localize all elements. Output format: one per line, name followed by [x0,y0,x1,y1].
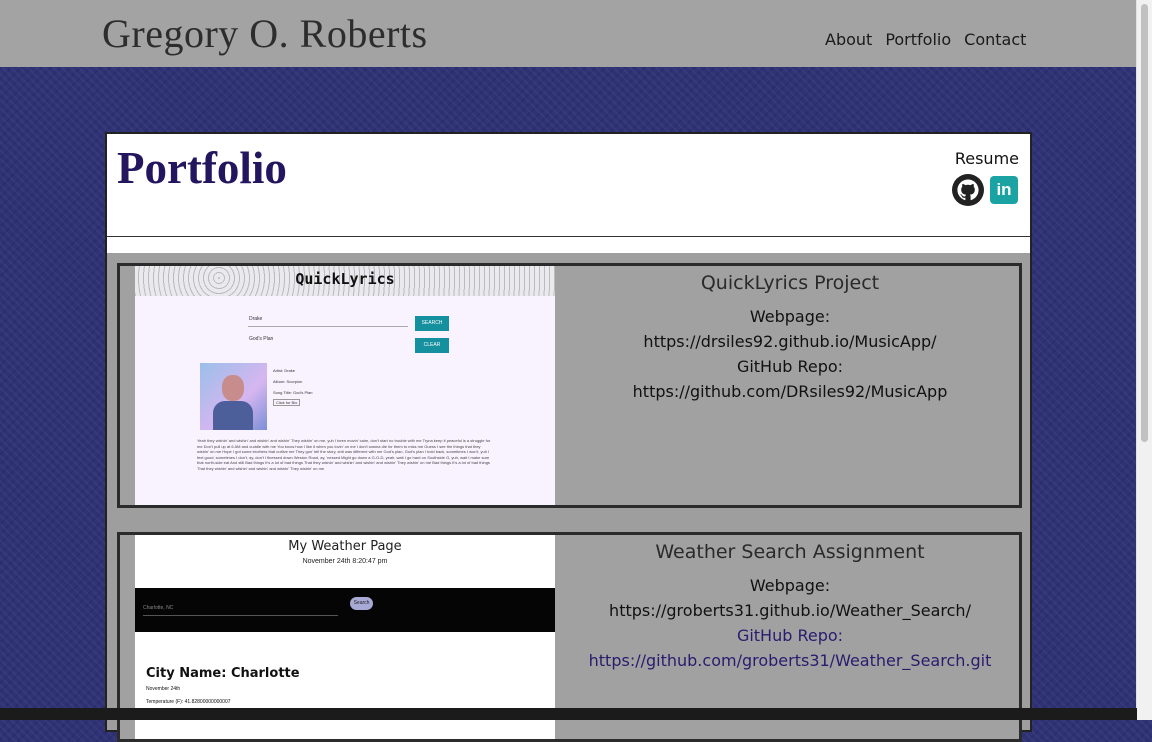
page-title: Portfolio [117,143,287,193]
ql-clear-button: CLEAR [415,338,449,353]
webpage-link[interactable]: https://groberts31.github.io/Weather_Sea… [560,598,1020,623]
project-card-quicklyrics: QuickLyrics Drake God's Plan SEARCH CLEA… [117,263,1022,508]
artist-photo [200,363,267,430]
weather-info: Weather Search Assignment Webpage: https… [560,535,1020,673]
ql-meta-artist: Artist: Drake [273,368,296,373]
song-input-value: God's Plan [249,336,274,342]
main-nav: About Portfolio Contact [825,30,1039,49]
quicklyrics-screenshot: QuickLyrics Drake God's Plan SEARCH CLEA… [135,266,555,505]
artist-input-underline [248,326,408,327]
portfolio-card: Portfolio Resume in QuickLyrics Drake Go… [105,132,1032,742]
quicklyrics-logo: QuickLyrics [295,270,395,288]
webpage-link[interactable]: https://drsiles92.github.io/MusicApp/ [560,329,1020,354]
ql-meta-album: Album: Scorpion [273,379,303,384]
weather-search-input: Charlotte, NC [143,601,338,616]
weather-temp: Temperature (F): 41.82800000000007 [146,699,231,705]
repo-label[interactable]: GitHub Repo: [560,623,1020,648]
quicklyrics-body: Drake God's Plan SEARCH CLEAR Artist: Dr… [135,296,555,505]
nav-portfolio[interactable]: Portfolio [885,30,951,49]
weather-city: City Name: Charlotte [146,666,300,681]
weather-search-bar: Charlotte, NC Search [135,588,555,632]
project-title: Weather Search Assignment [655,541,925,563]
brand-name[interactable]: Gregory O. Roberts [102,10,428,57]
quicklyrics-info: QuickLyrics Project Webpage: https://drs… [560,266,1020,404]
scrollbar-thumb[interactable] [1141,4,1148,442]
repo-link[interactable]: https://github.com/groberts31/Weather_Se… [560,648,1020,673]
artist-face [222,375,244,401]
weather-day: November 24th [146,686,181,692]
weather-search-button: Search [350,597,373,610]
ql-bio-button: Click for Bio [273,399,301,406]
webpage-label: Webpage: [749,576,831,595]
weather-date: November 24th 8:20:47 pm [302,558,388,565]
nav-contact[interactable]: Contact [964,30,1026,49]
nav-about[interactable]: About [825,30,872,49]
ql-lyrics-text: Yeah they wishin' and wishin' and wishin… [197,438,491,471]
site-header: Gregory O. Roberts About Portfolio Conta… [0,0,1137,67]
github-icon[interactable] [952,174,984,206]
ql-meta-song: Song Title: God's Plan [273,390,313,395]
project-title: QuickLyrics Project [700,272,880,294]
portfolio-header: Portfolio Resume in [107,134,1030,237]
linkedin-icon[interactable]: in [990,176,1018,204]
header-divider-strip [107,237,1030,253]
bottom-bar [0,708,1137,720]
repo-label: GitHub Repo: [736,357,844,376]
page-scrollbar[interactable] [1136,0,1152,720]
webpage-label: Webpage: [749,307,831,326]
artist-body [213,401,253,430]
artist-input-value: Drake [249,316,263,322]
social-icons: in [952,174,1018,206]
resume-link[interactable]: Resume [955,149,1019,168]
repo-link[interactable]: https://github.com/DRsiles92/MusicApp [560,379,1020,404]
weather-title: My Weather Page [288,539,402,554]
ql-search-button: SEARCH [415,316,449,331]
github-logo-svg [957,179,979,201]
